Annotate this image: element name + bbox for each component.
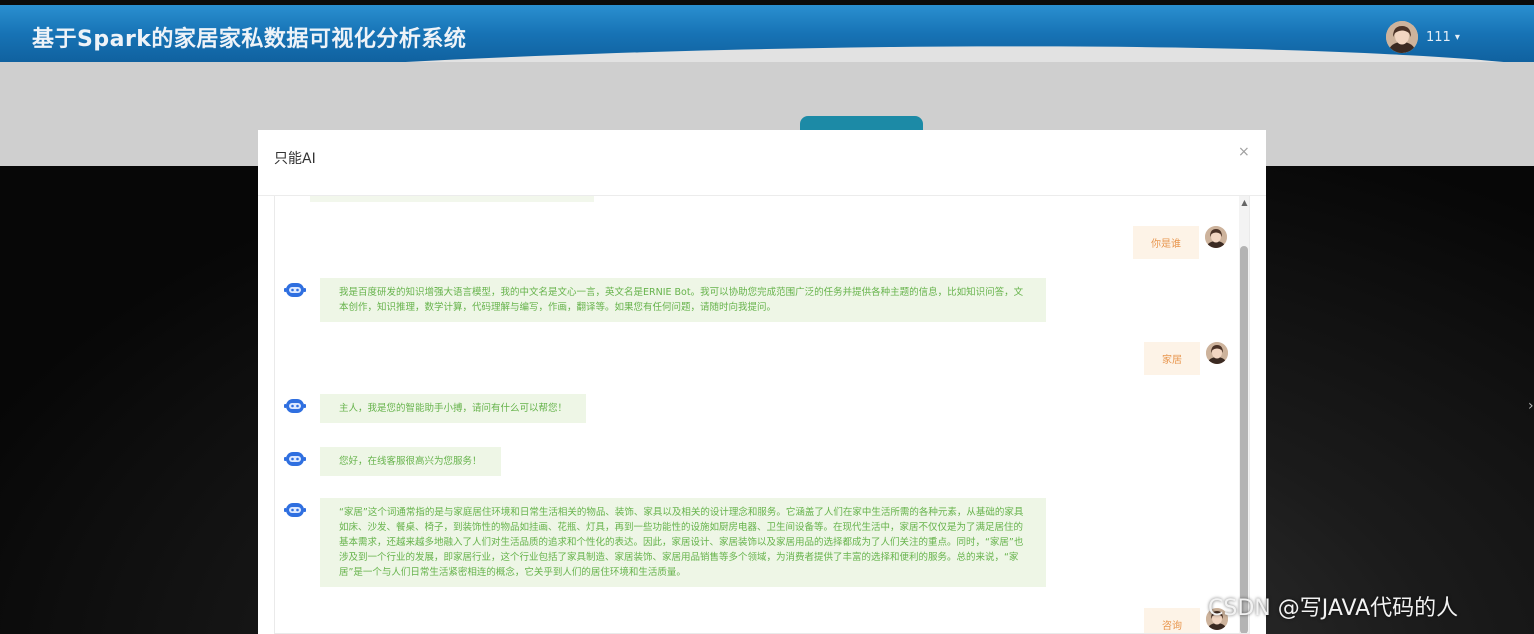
user-bubble: 咨询 bbox=[1144, 608, 1200, 633]
bot-bubble: 我是百度研发的知识增强大语言模型，我的中文名是文心一言，英文名是ERNIE Bo… bbox=[320, 278, 1046, 322]
bot-bubble: “家居”这个词通常指的是与家庭居住环境和日常生活相关的物品、装饰、家具以及相关的… bbox=[320, 498, 1046, 587]
robot-icon bbox=[284, 452, 306, 466]
truncated-bot-bubble bbox=[310, 196, 594, 202]
chat-message-bot: 您好，在线客服很高兴为您服务！ bbox=[284, 447, 501, 476]
chat-message-user: 家居 bbox=[1144, 342, 1228, 375]
app-header: 基于Spark的家居家私数据可视化分析系统 111 ▾ bbox=[0, 5, 1534, 69]
chat-message-bot: 主人，我是您的智能助手小搏，请问有什么可以帮您！ bbox=[284, 394, 587, 423]
watermark: CSDN @写JAVA代码的人 bbox=[1208, 596, 1459, 621]
user-avatar-small bbox=[1206, 342, 1228, 364]
chat-message-user: 你是谁 bbox=[1133, 226, 1227, 259]
robot-icon bbox=[284, 399, 306, 413]
user-bubble: 家居 bbox=[1144, 342, 1200, 375]
chat-scrollbar[interactable]: ▲ bbox=[1239, 196, 1249, 633]
bot-bubble: 主人，我是您的智能助手小搏，请问有什么可以帮您！ bbox=[320, 394, 587, 423]
close-icon[interactable]: × bbox=[1238, 144, 1250, 160]
robot-icon bbox=[284, 503, 306, 517]
user-menu[interactable]: 111 ▾ bbox=[1386, 21, 1460, 53]
user-bubble: 你是谁 bbox=[1133, 226, 1199, 259]
chat-message-bot: “家居”这个词通常指的是与家庭居住环境和日常生活相关的物品、装饰、家具以及相关的… bbox=[284, 498, 1046, 587]
bot-bubble: 您好，在线客服很高兴为您服务！ bbox=[320, 447, 501, 476]
user-avatar-small bbox=[1205, 226, 1227, 248]
scroll-thumb[interactable] bbox=[1240, 246, 1248, 633]
chat-message-list[interactable]: 你是谁 我是百度研发的知识增强大语言模型，我的中文名是文心一言，英文名是ERNI… bbox=[274, 196, 1250, 634]
robot-icon bbox=[284, 283, 306, 297]
user-avatar[interactable] bbox=[1386, 21, 1418, 53]
app-title: 基于Spark的家居家私数据可视化分析系统 bbox=[32, 27, 467, 52]
chevron-right-icon[interactable]: › bbox=[1528, 398, 1534, 414]
dialog-title: 只能AI bbox=[274, 151, 316, 167]
chat-message-bot: 我是百度研发的知识增强大语言模型，我的中文名是文心一言，英文名是ERNIE Bo… bbox=[284, 278, 1046, 322]
scroll-up-arrow-icon[interactable]: ▲ bbox=[1240, 198, 1249, 208]
chevron-down-icon[interactable]: ▾ bbox=[1455, 32, 1460, 43]
user-name[interactable]: 111 bbox=[1426, 30, 1451, 45]
dialog-header: 只能AI × bbox=[258, 130, 1266, 196]
ai-chat-dialog: 只能AI × 你是谁 我是百度研发的知识增强大语言模型，我的中文名是文心一言，英… bbox=[258, 130, 1266, 634]
